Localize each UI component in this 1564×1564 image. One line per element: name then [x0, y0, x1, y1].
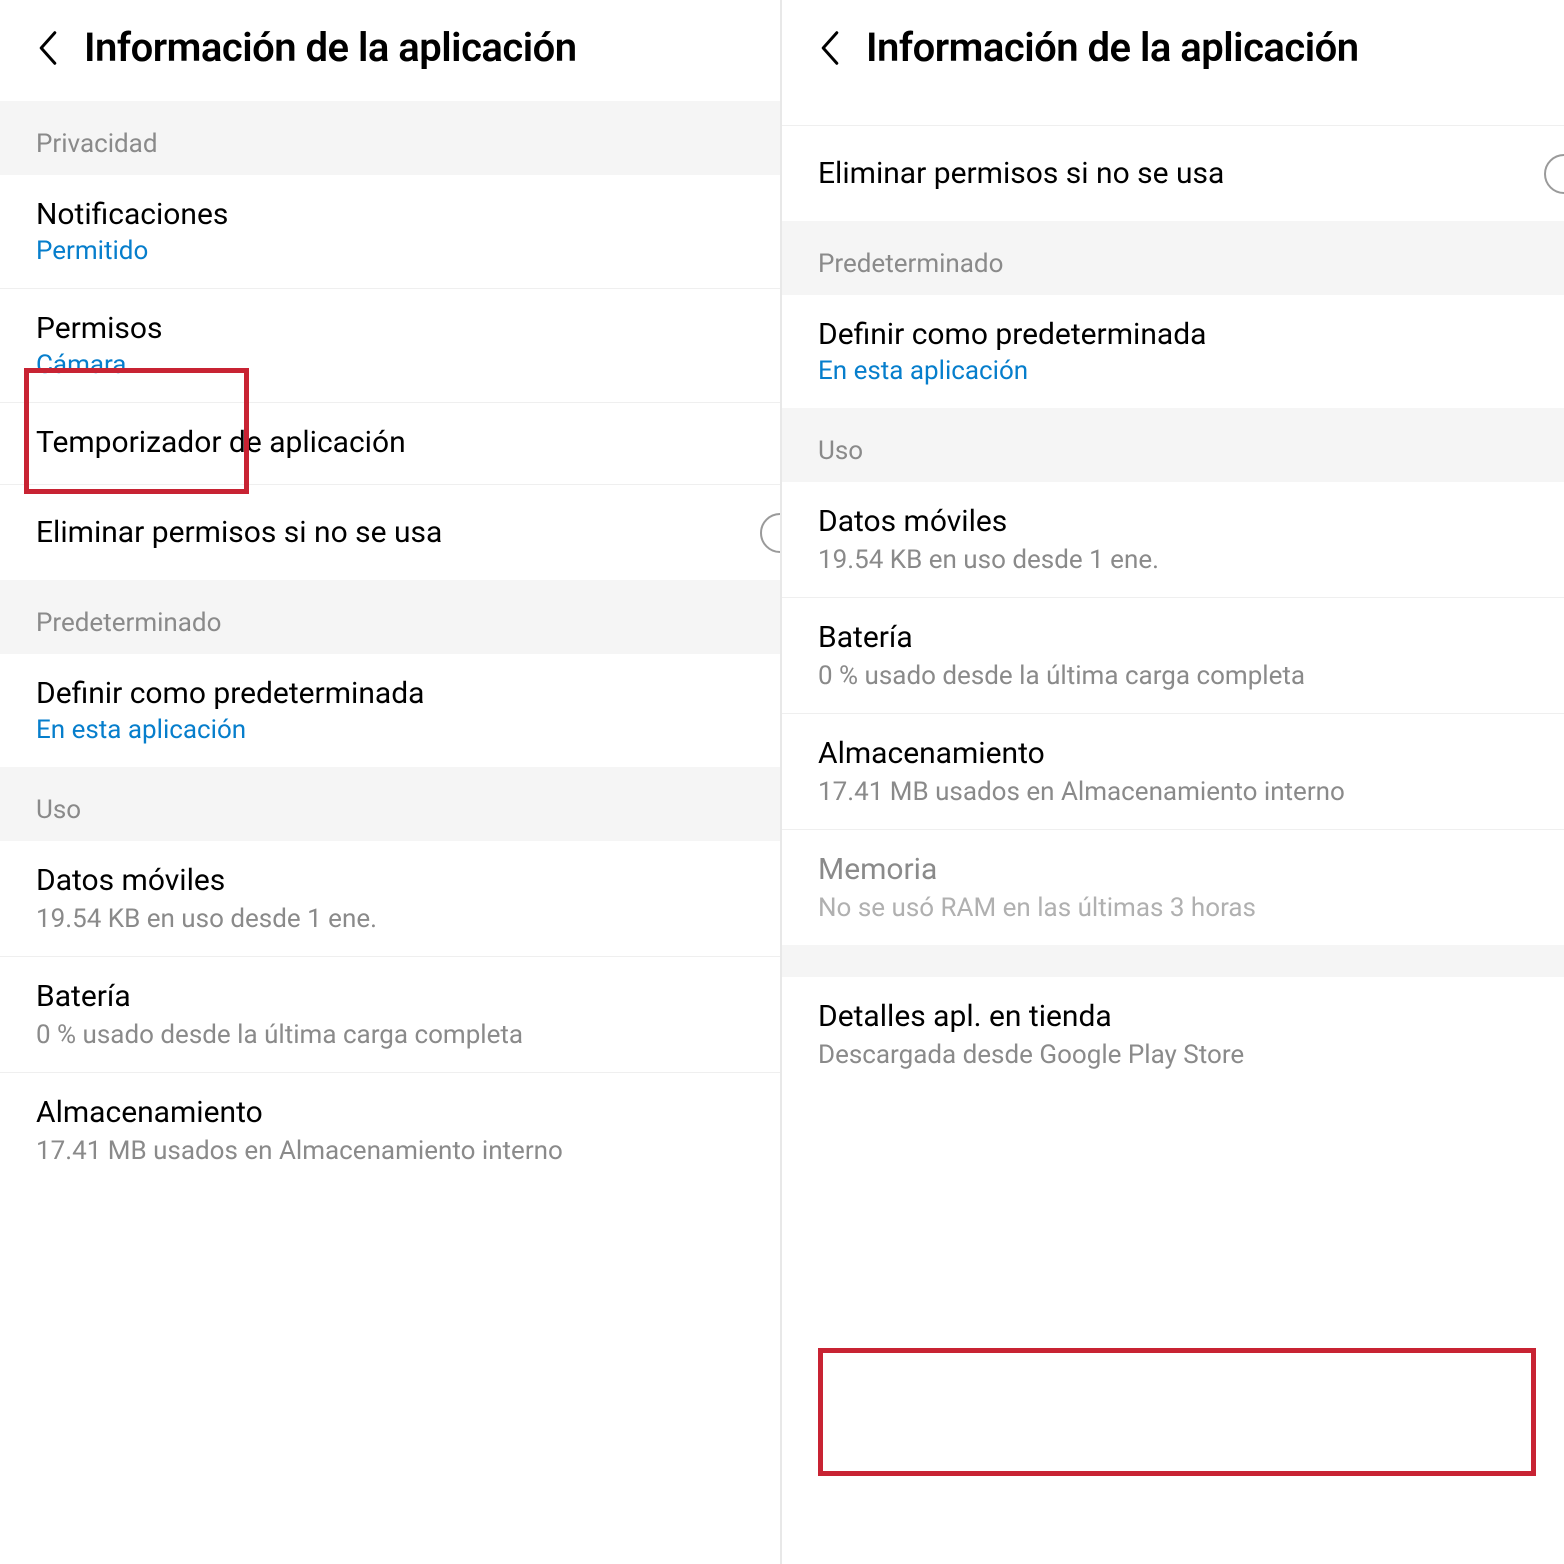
row-sub: 0 % usado desde la última carga completa: [36, 1020, 744, 1050]
spacer: [782, 945, 1564, 977]
row-title: Batería: [818, 618, 1528, 657]
header: Información de la aplicación: [782, 0, 1564, 101]
row-title: Permisos: [36, 309, 744, 348]
row-title: Detalles apl. en tienda: [818, 997, 1528, 1036]
row-storage[interactable]: Almacenamiento 17.41 MB usados en Almace…: [0, 1073, 780, 1188]
row-title: Almacenamiento: [818, 734, 1528, 773]
row-sub: En esta aplicación: [818, 356, 1528, 386]
row-set-default[interactable]: Definir como predeterminada En esta apli…: [782, 295, 1564, 408]
row-battery[interactable]: Batería 0 % usado desde la última carga …: [0, 957, 780, 1073]
section-privacy: Privacidad: [0, 101, 780, 175]
section-usage: Uso: [0, 767, 780, 841]
row-app-timer[interactable]: Temporizador de aplicación: [0, 403, 780, 485]
highlight-store-details: [818, 1348, 1536, 1476]
row-title: Definir como predeterminada: [36, 674, 744, 713]
row-store-details[interactable]: Detalles apl. en tienda Descargada desde…: [782, 977, 1564, 1092]
back-icon[interactable]: [28, 28, 68, 68]
row-sub: 19.54 KB en uso desde 1 ene.: [36, 904, 744, 934]
row-sub: No se usó RAM en las últimas 3 horas: [818, 893, 1528, 923]
row-title: Definir como predeterminada: [818, 315, 1528, 354]
row-sub: 19.54 KB en uso desde 1 ene.: [818, 545, 1528, 575]
row-title: Notificaciones: [36, 195, 744, 234]
row-title: Memoria: [818, 850, 1528, 889]
row-title: Almacenamiento: [36, 1093, 744, 1132]
row-mobile-data[interactable]: Datos móviles 19.54 KB en uso desde 1 en…: [782, 482, 1564, 598]
row-sub: En esta aplicación: [36, 715, 744, 745]
row-title: Eliminar permisos si no se usa: [36, 513, 744, 552]
row-title: Datos móviles: [818, 502, 1528, 541]
row-title: Datos móviles: [36, 861, 744, 900]
left-pane: Información de la aplicación Privacidad …: [0, 0, 782, 1564]
row-title: Eliminar permisos si no se usa: [818, 154, 1528, 193]
section-default: Predeterminado: [782, 221, 1564, 295]
row-battery[interactable]: Batería 0 % usado desde la última carga …: [782, 598, 1564, 714]
header: Información de la aplicación: [0, 0, 780, 101]
row-title: Batería: [36, 977, 744, 1016]
row-sub: 0 % usado desde la última carga completa: [818, 661, 1528, 691]
page-title: Información de la aplicación: [866, 24, 1359, 71]
right-pane: Información de la aplicación Eliminar pe…: [782, 0, 1564, 1564]
section-usage: Uso: [782, 408, 1564, 482]
row-sub: Descargada desde Google Play Store: [818, 1040, 1528, 1070]
row-permissions[interactable]: Permisos Cámara: [0, 289, 780, 403]
row-storage[interactable]: Almacenamiento 17.41 MB usados en Almace…: [782, 714, 1564, 830]
row-memory[interactable]: Memoria No se usó RAM en las últimas 3 h…: [782, 830, 1564, 945]
row-mobile-data[interactable]: Datos móviles 19.54 KB en uso desde 1 en…: [0, 841, 780, 957]
row-sub: 17.41 MB usados en Almacenamiento intern…: [818, 777, 1528, 807]
row-remove-permissions[interactable]: Eliminar permisos si no se usa: [782, 125, 1564, 221]
row-set-default[interactable]: Definir como predeterminada En esta apli…: [0, 654, 780, 767]
toggle-switch[interactable]: [1544, 154, 1564, 194]
row-remove-permissions[interactable]: Eliminar permisos si no se usa: [0, 485, 780, 580]
row-title: Temporizador de aplicación: [36, 423, 744, 462]
section-default: Predeterminado: [0, 580, 780, 654]
row-sub: Cámara: [36, 350, 744, 380]
page-title: Información de la aplicación: [84, 24, 577, 71]
row-notifications[interactable]: Notificaciones Permitido: [0, 175, 780, 289]
back-icon[interactable]: [810, 28, 850, 68]
toggle-switch[interactable]: [760, 513, 782, 553]
row-sub: 17.41 MB usados en Almacenamiento intern…: [36, 1136, 744, 1166]
row-sub: Permitido: [36, 236, 744, 266]
